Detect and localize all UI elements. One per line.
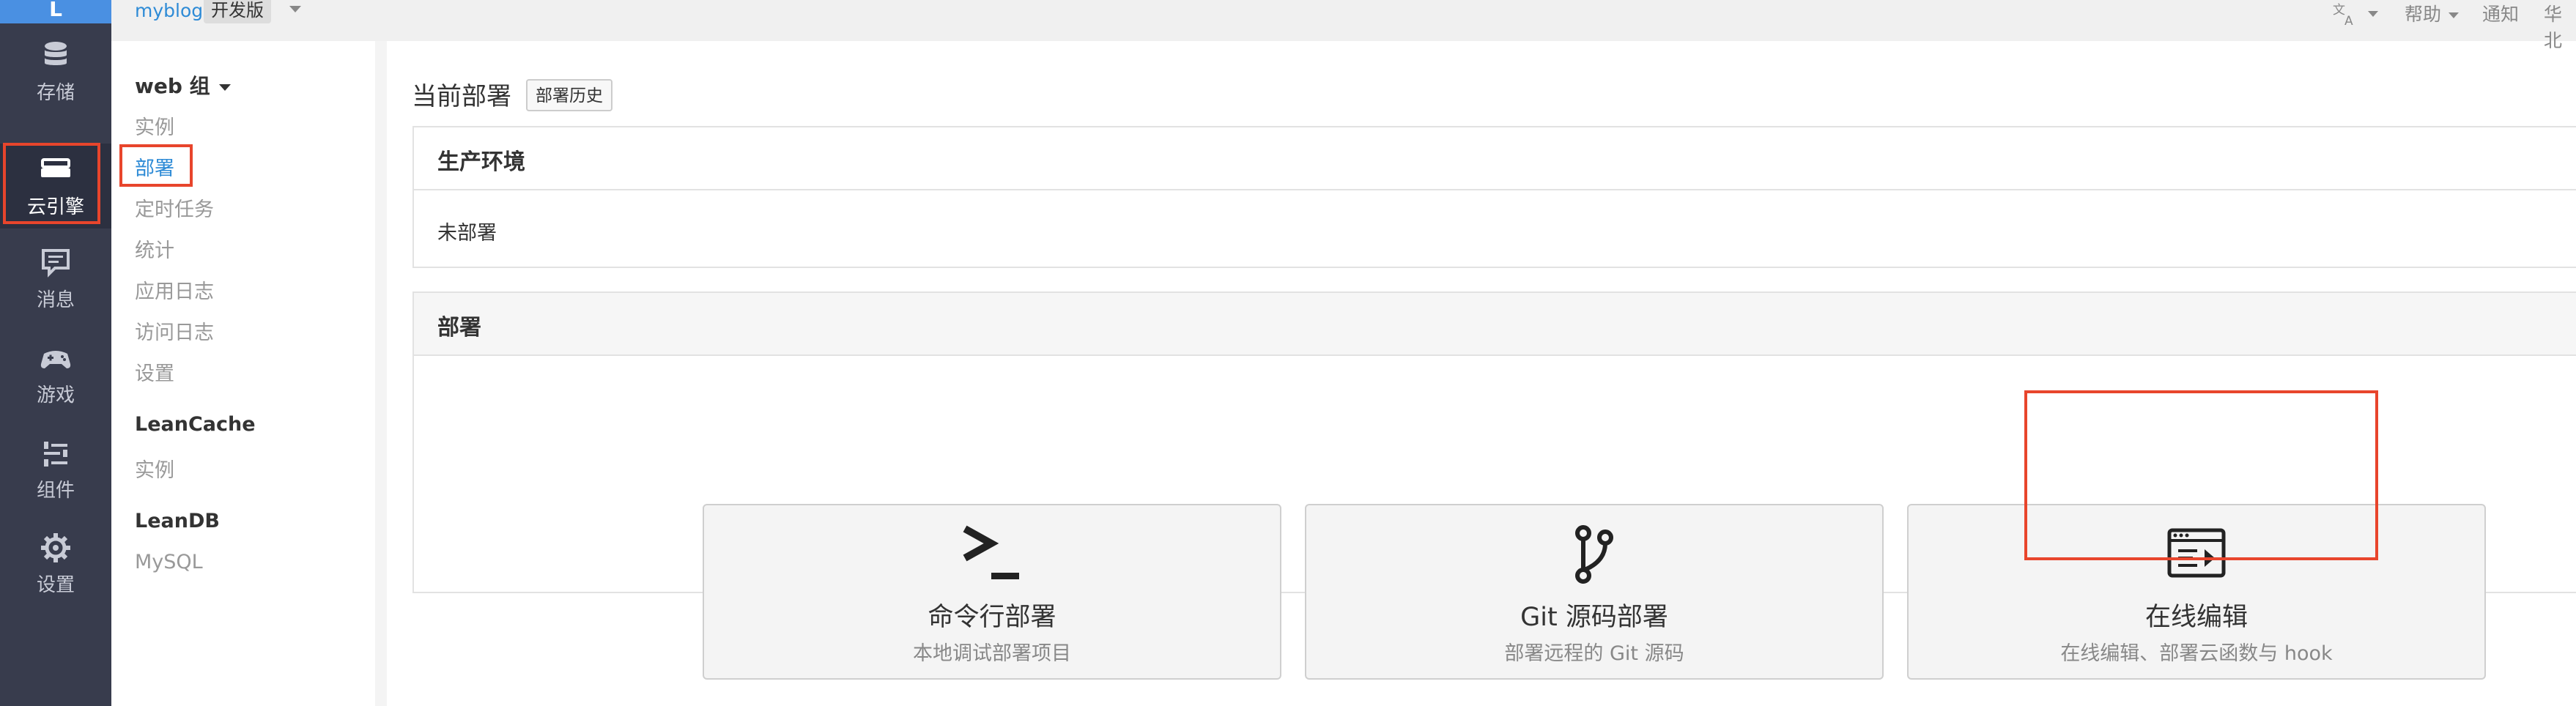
leandb-title: LeanDB [135, 510, 220, 532]
group-title-label: web 组 [135, 74, 210, 98]
sliders-icon [44, 442, 67, 467]
cli-deploy-subtitle: 本地调试部署项目 [913, 642, 1071, 665]
app-name-link[interactable]: myblog [135, 0, 203, 21]
gear-icon [41, 533, 70, 562]
sidebar-divider [375, 41, 387, 706]
language-caret-icon [2368, 11, 2378, 17]
app-logo[interactable]: L [0, 0, 111, 23]
help-label: 帮助 [2405, 4, 2442, 25]
subnav-item-leancache-instances[interactable]: 实例 [135, 454, 174, 483]
deploy-title: 部署 [437, 315, 481, 341]
subnav-item-cron-jobs[interactable]: 定时任务 [135, 193, 214, 222]
production-title: 生产环境 [437, 149, 525, 175]
rail-label-components: 组件 [36, 480, 75, 502]
highlight-box-online-edit [2024, 390, 2378, 560]
rail-item-messages[interactable]: 消息 [0, 237, 111, 322]
rail-item-components[interactable]: 组件 [0, 427, 111, 512]
rail-label-settings: 设置 [36, 574, 75, 596]
production-panel: 生产环境 未部署 [412, 126, 2576, 268]
highlight-box-deploy [119, 144, 193, 187]
git-branch-icon [1575, 525, 1613, 584]
svg-text:文: 文 [2333, 3, 2345, 18]
notifications-link[interactable]: 通知 [2482, 0, 2519, 26]
rail-item-storage[interactable]: 存储 [0, 29, 111, 114]
secondary-nav: web 组 实例 部署 定时任务 统计 应用日志 访问日志 设置 LeanCac… [111, 41, 375, 706]
subnav-item-stats[interactable]: 统计 [135, 234, 174, 263]
top-bar: myblog 开发版 文 A 帮助 通知 华北 [111, 0, 2576, 51]
cli-deploy-card[interactable]: 命令行部署 本地调试部署项目 [703, 504, 1281, 680]
subnav-item-access-logs[interactable]: 访问日志 [135, 316, 214, 345]
rail-label-games: 游戏 [36, 384, 75, 406]
subnav-item-settings[interactable]: 设置 [135, 357, 174, 386]
region-switcher[interactable]: 华北 [2544, 0, 2576, 53]
production-panel-header: 生产环境 [414, 127, 2576, 190]
database-icon [45, 42, 67, 65]
app-rail: L 存储 云引擎 消息 游戏 组件 设置 [0, 0, 111, 706]
rail-item-games[interactable]: 游戏 [0, 332, 111, 417]
help-caret-icon [2449, 12, 2460, 18]
page-title: 当前部署 [412, 82, 511, 111]
group-caret-icon [218, 83, 231, 91]
group-title[interactable]: web 组 [135, 70, 231, 100]
app-switch-caret-icon[interactable] [289, 6, 301, 12]
rail-label-storage: 存储 [36, 82, 75, 104]
language-switcher[interactable]: 文 A [2331, 1, 2378, 29]
gamepad-icon [40, 351, 71, 368]
terminal-icon [963, 525, 1019, 579]
env-badge: 开发版 [204, 0, 271, 23]
message-icon [42, 249, 70, 278]
rail-item-settings[interactable]: 设置 [0, 521, 111, 606]
deploy-history-button[interactable]: 部署历史 [526, 79, 612, 111]
production-status: 未部署 [437, 222, 497, 245]
help-menu[interactable]: 帮助 [2405, 0, 2460, 26]
online-edit-subtitle: 在线编辑、部署云函数与 hook [2060, 642, 2333, 665]
subnav-item-mysql[interactable]: MySQL [135, 551, 203, 573]
online-edit-title: 在线编辑 [2144, 603, 2248, 632]
leancache-title: LeanCache [135, 413, 256, 436]
subnav-item-app-logs[interactable]: 应用日志 [135, 275, 214, 304]
cli-deploy-title: 命令行部署 [928, 603, 1056, 632]
svg-text:A: A [2344, 14, 2353, 26]
git-deploy-title: Git 源码部署 [1520, 603, 1668, 632]
deploy-panel-header: 部署 [414, 293, 2576, 356]
git-deploy-subtitle: 部署远程的 Git 源码 [1504, 642, 1684, 665]
highlight-box-cloud-engine [3, 143, 100, 224]
translate-icon: 文 A [2333, 3, 2353, 29]
rail-label-messages: 消息 [36, 289, 75, 311]
git-deploy-card[interactable]: Git 源码部署 部署远程的 Git 源码 [1305, 504, 1884, 680]
subnav-item-instances[interactable]: 实例 [135, 111, 174, 140]
